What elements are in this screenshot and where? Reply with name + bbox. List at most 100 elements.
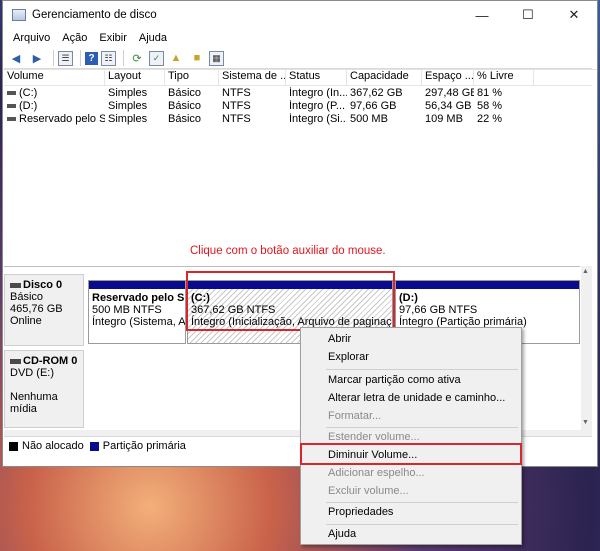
menu-item-mark-active[interactable]: Marcar partição como ativa: [328, 371, 461, 389]
partition-status: Íntegro (Sistema, Ativ: [92, 316, 185, 328]
volume-list-table: Volume Layout Tipo Sistema de ... Status…: [4, 68, 592, 265]
column-header[interactable]: Espaço ...: [422, 69, 474, 85]
highlight-box-partition-c: [186, 271, 395, 331]
table-cell: 97,66 GB: [350, 100, 397, 112]
column-header[interactable]: Sistema de ...: [219, 69, 286, 85]
maximize-button[interactable]: ☐: [505, 1, 551, 29]
table-row[interactable]: (D:) Simples Básico NTFS Íntegro (P... 9…: [4, 100, 592, 113]
disk-size: 465,76 GB: [10, 303, 63, 315]
menu-arquivo[interactable]: Arquivo: [7, 32, 56, 44]
hard-disk-icon: [10, 282, 21, 288]
table-cell: Íntegro (In...: [289, 87, 347, 99]
table-cell: 500 MB: [350, 113, 388, 125]
menu-ajuda[interactable]: Ajuda: [133, 32, 173, 44]
table-cell: 81 %: [477, 87, 503, 99]
table-cell: 109 MB: [425, 113, 463, 125]
column-header[interactable]: Layout: [105, 69, 165, 85]
help-icon[interactable]: ?: [85, 51, 98, 65]
highlight-box-shrink-volume: [300, 443, 522, 465]
table-cell: Básico: [168, 87, 202, 99]
volume-name: (C:): [19, 87, 38, 99]
disk-management-app-icon: [12, 9, 26, 21]
table-cell: 22 %: [477, 113, 503, 125]
table-cell: Simples: [108, 113, 148, 125]
menu-item-add-mirror[interactable]: Adicionar espelho...: [328, 464, 425, 482]
folder-key-icon[interactable]: ■: [188, 49, 206, 67]
volume-cell: Reservado pelo Sis...: [4, 113, 105, 126]
legend-unallocated: Não alocado: [22, 440, 84, 452]
cdrom0-label[interactable]: CD-ROM 0 DVD (E:) Nenhuma mídia: [4, 350, 84, 428]
column-header[interactable]: Capacidade: [347, 69, 422, 85]
menu-acao[interactable]: Ação: [56, 32, 93, 44]
title-bar: Gerenciamento de disco — ☐ ✕: [3, 1, 597, 29]
unallocated-swatch: [9, 441, 18, 451]
drive-icon: [7, 104, 16, 109]
menu-item-delete-volume[interactable]: Excluir volume...: [328, 482, 409, 500]
context-menu: Abrir Explorar Marcar partição como ativ…: [300, 327, 522, 545]
column-header[interactable]: Status: [286, 69, 347, 85]
menu-item-format[interactable]: Formatar...: [328, 407, 381, 425]
grid-icon[interactable]: ▦: [209, 50, 224, 66]
menu-exibir[interactable]: Exibir: [93, 32, 133, 44]
legend-primary-partition: Partição primária: [102, 440, 186, 452]
toolbar-separator: [123, 50, 124, 66]
table-cell: Íntegro (P...: [289, 100, 346, 112]
table-cell: 58 %: [477, 100, 503, 112]
scroll-up-icon[interactable]: ▲: [582, 268, 589, 275]
volume-cell: (C:): [4, 87, 105, 100]
menu-item-properties[interactable]: Propriedades: [328, 503, 393, 521]
list-view-icon[interactable]: ☰: [58, 50, 73, 66]
disk-type: Básico: [10, 291, 44, 303]
column-header[interactable]: % Livre: [474, 69, 534, 85]
toolbar-separator: [80, 50, 81, 66]
menu-separator: [326, 369, 518, 370]
volume-cell: (D:): [4, 100, 105, 113]
disk0-label[interactable]: Disco 0 Básico 465,76 GB Online: [4, 274, 84, 346]
instruction-annotation: Clique com o botão auxiliar do mouse.: [190, 245, 386, 257]
volume-name: (D:): [19, 100, 38, 112]
column-header[interactable]: Volume: [4, 69, 105, 85]
table-cell: Básico: [168, 100, 202, 112]
properties-icon[interactable]: ☷: [101, 50, 116, 66]
partition-size: 500 MB NTFS: [92, 304, 162, 316]
partition-size: 97,66 GB NTFS: [399, 304, 478, 316]
table-cell: NTFS: [222, 87, 251, 99]
check-icon[interactable]: ✓: [149, 50, 164, 66]
close-button[interactable]: ✕: [551, 1, 597, 29]
minimize-button[interactable]: —: [459, 1, 505, 29]
primary-partition-swatch: [89, 441, 99, 451]
table-cell: NTFS: [222, 100, 251, 112]
partition-title: Reservado pelo Siste: [92, 292, 185, 304]
menu-item-help[interactable]: Ajuda: [328, 525, 356, 543]
table-cell: Simples: [108, 87, 148, 99]
back-arrow-icon[interactable]: ◀: [7, 49, 25, 67]
forward-arrow-icon[interactable]: ▶: [28, 49, 46, 67]
table-cell: Íntegro (Si...: [289, 113, 347, 125]
scroll-down-icon[interactable]: ▼: [582, 419, 589, 426]
cdrom-name: CD-ROM 0: [23, 355, 78, 367]
disk-status: Online: [10, 315, 42, 327]
disk-name: Disco 0: [23, 279, 63, 291]
partition-title: (D:): [399, 292, 418, 304]
table-cell: NTFS: [222, 113, 251, 125]
menu-item-explore[interactable]: Explorar: [328, 348, 369, 366]
cdrom-media-status: Nenhuma mídia: [10, 391, 58, 415]
drive-icon: [7, 117, 16, 122]
cdrom-drive: DVD (E:): [10, 367, 54, 379]
menu-item-open[interactable]: Abrir: [328, 330, 351, 348]
folder-up-icon[interactable]: ▲: [167, 49, 185, 67]
drive-icon: [7, 91, 16, 96]
menu-item-change-drive-letter[interactable]: Alterar letra de unidade e caminho...: [328, 389, 505, 407]
partition-reserved[interactable]: Reservado pelo Siste 500 MB NTFS Íntegro…: [88, 280, 186, 344]
table-cell: 56,34 GB: [425, 100, 472, 112]
column-header[interactable]: Tipo: [165, 69, 219, 85]
refresh-icon[interactable]: ⟳: [128, 49, 146, 67]
table-cell: 297,48 GB: [425, 87, 474, 99]
table-cell: Básico: [168, 113, 202, 125]
table-row[interactable]: Reservado pelo Sis... Simples Básico NTF…: [4, 113, 592, 126]
table-header: Volume Layout Tipo Sistema de ... Status…: [4, 69, 592, 86]
table-cell: Simples: [108, 100, 148, 112]
toolbar-separator: [53, 50, 54, 66]
vertical-scrollbar[interactable]: ▲ ▼: [581, 266, 592, 436]
table-row[interactable]: (C:) Simples Básico NTFS Íntegro (In... …: [4, 87, 592, 100]
